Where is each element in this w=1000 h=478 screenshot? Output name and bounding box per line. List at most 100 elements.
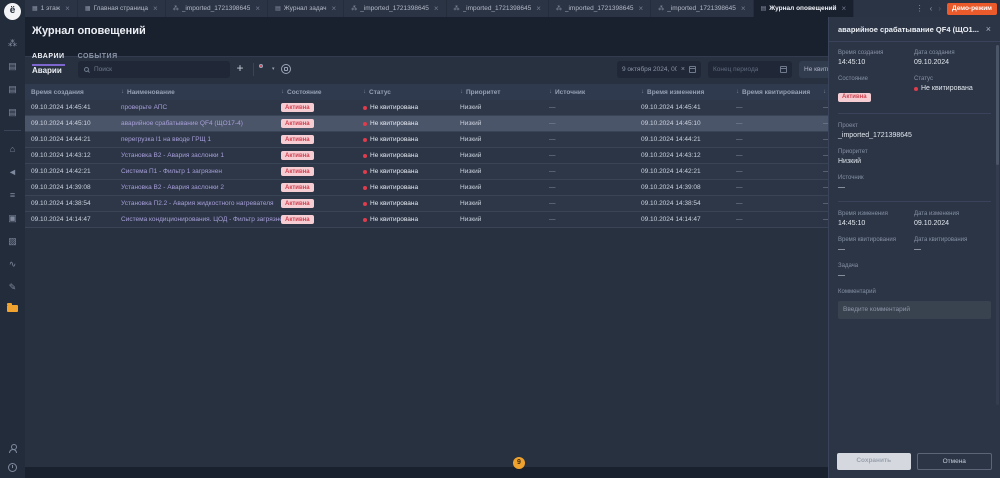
modified-time-cell: 09.10.2024 14:42:21: [641, 168, 736, 175]
window-tab[interactable]: ⁂_imported_1721398645×: [651, 0, 753, 17]
window-tab[interactable]: ⁂_imported_1721398645×: [549, 0, 651, 17]
chevron-down-icon[interactable]: ▾: [272, 66, 275, 72]
status-cell: Не квитирована: [363, 216, 460, 223]
alarm-name-link[interactable]: Система кондиционирования. ЦОД - Фильтр …: [121, 216, 281, 223]
hatched-square-icon[interactable]: ▨: [7, 236, 19, 246]
table-row[interactable]: 09.10.2024 14:45:41проверьте АПСАктивнаН…: [25, 100, 828, 116]
calendar-icon[interactable]: [780, 66, 787, 73]
priority-cell: Низкий: [460, 200, 549, 207]
table-row[interactable]: 09.10.2024 14:14:47Система кондициониров…: [25, 212, 828, 228]
table-row[interactable]: 09.10.2024 14:44:21перегрузка I1 на ввод…: [25, 132, 828, 148]
window-tab[interactable]: ⁂_imported_1721398645×: [447, 0, 549, 17]
calendar-icon[interactable]: [689, 66, 696, 73]
alarm-journal-icon[interactable]: ▤: [7, 61, 19, 71]
column-header[interactable]: ↓Приоритет: [460, 89, 549, 96]
clock-icon[interactable]: [8, 463, 17, 472]
window-tab[interactable]: ▦Главная страница×: [78, 0, 166, 17]
column-header[interactable]: ↓Наименование: [121, 89, 281, 96]
megaphone-icon[interactable]: ◄: [7, 167, 19, 177]
event-journal-icon[interactable]: ▤: [7, 107, 19, 117]
tab-close-icon[interactable]: ×: [255, 4, 260, 13]
column-header[interactable]: ↓Статус: [363, 89, 460, 96]
window-tab[interactable]: ▤Журнал задач×: [268, 0, 344, 17]
tab-close-icon[interactable]: ×: [741, 4, 746, 13]
date-to-filter[interactable]: Конец периода: [708, 61, 792, 78]
column-header[interactable]: ↓Состояние: [281, 89, 363, 96]
table-row[interactable]: 09.10.2024 14:45:10аварийное срабатывани…: [25, 116, 828, 132]
alarm-name-link[interactable]: Установка В2 - Авария заслонки 2: [121, 184, 281, 191]
window-tab[interactable]: ▦1 этаж×: [25, 0, 78, 17]
column-header[interactable]: Время создания: [31, 89, 121, 96]
state-cell: Активна: [281, 119, 363, 128]
add-alarm-button[interactable]: +: [232, 60, 248, 78]
panel-scrollbar[interactable]: [996, 45, 999, 405]
edit-icon[interactable]: ✎: [7, 282, 19, 292]
column-label: Статус: [369, 89, 391, 96]
status-label: Не квитирована: [370, 120, 418, 127]
alarm-name-link[interactable]: проверьте АПС: [121, 104, 281, 111]
tabs-scroll-left-icon[interactable]: ‹: [930, 4, 933, 13]
window-tab[interactable]: ⁂_imported_1721398645×: [166, 0, 268, 17]
tab-close-icon[interactable]: ×: [332, 4, 337, 13]
column-header[interactable]: ↓Время изменения: [641, 89, 736, 96]
close-icon[interactable]: ×: [986, 25, 991, 34]
task-value: —: [838, 272, 991, 279]
date-from-filter[interactable]: 9 октября 2024, 00:00:00 ×: [617, 61, 701, 78]
sort-icon[interactable]: ↓: [363, 89, 366, 95]
column-header[interactable]: ↓Источник: [549, 89, 641, 96]
box-icon[interactable]: ▣: [7, 213, 19, 223]
search-field[interactable]: [94, 66, 224, 73]
tab-close-icon[interactable]: ×: [842, 4, 847, 13]
sort-icon[interactable]: ↓: [281, 89, 284, 95]
table-row[interactable]: 09.10.2024 14:43:12Установка В2 - Авария…: [25, 148, 828, 164]
circle-gear-icon[interactable]: [281, 64, 291, 74]
sort-icon[interactable]: ↓: [641, 89, 644, 95]
tabs-scroll-right-icon[interactable]: ›: [938, 4, 941, 13]
folder-icon[interactable]: [7, 305, 18, 312]
view-tab-аварии[interactable]: АВАРИИ: [32, 53, 65, 66]
circle-dot-icon[interactable]: [259, 64, 263, 68]
column-header[interactable]: ↓Время квитирования: [736, 89, 823, 96]
sort-icon[interactable]: ↓: [549, 89, 552, 95]
cancel-button[interactable]: Отмена: [917, 453, 993, 470]
sitemap-icon[interactable]: ⁂: [7, 38, 19, 48]
date-to-placeholder: Конец периода: [713, 66, 758, 73]
table-row[interactable]: 09.10.2024 14:38:54Установка П2.2 - Авар…: [25, 196, 828, 212]
sort-icon[interactable]: ↓: [460, 89, 463, 95]
table-row[interactable]: 09.10.2024 14:42:21 Система П1 - Фильтр 1…: [25, 164, 828, 180]
view-tab-события[interactable]: СОБЫТИЯ: [78, 53, 118, 66]
priority-cell: Низкий: [460, 168, 549, 175]
alarm-name-link[interactable]: аварийное срабатывание QF4 (ЩО17-4): [121, 120, 281, 127]
kebab-menu-icon[interactable]: ⋮: [916, 4, 924, 13]
building-icon[interactable]: ⌂: [7, 144, 19, 154]
sort-icon[interactable]: ↓: [823, 89, 826, 95]
tab-close-icon[interactable]: ×: [639, 4, 644, 13]
alarm-name-link[interactable]: Установка В2 - Авария заслонки 1: [121, 152, 281, 159]
notification-badge[interactable]: 9: [513, 457, 525, 469]
window-tab[interactable]: ▤Журнал оповещений×: [754, 0, 855, 17]
tab-close-icon[interactable]: ×: [434, 4, 439, 13]
tab-close-icon[interactable]: ×: [65, 4, 70, 13]
chart-icon[interactable]: ∿: [7, 259, 19, 269]
table-row[interactable]: 09.10.2024 14:39:08 Установка В2 - Авария…: [25, 180, 828, 196]
sort-icon[interactable]: ↓: [736, 89, 739, 95]
alarm-name-link[interactable]: Система П1 - Фильтр 1 загрязнен: [121, 168, 281, 175]
priority-cell: Низкий: [460, 216, 549, 223]
window-tab[interactable]: ⁂_imported_1721398645×: [344, 0, 446, 17]
app-logo-icon[interactable]: ё: [4, 3, 21, 20]
save-button[interactable]: Сохранить: [837, 453, 911, 470]
task-journal-icon[interactable]: ▤: [7, 84, 19, 94]
sort-icon[interactable]: ↓: [121, 89, 124, 95]
alarm-name-link[interactable]: перегрузка I1 на вводе ГРЩ 1: [121, 136, 281, 143]
modified-time-cell: 09.10.2024 14:39:08: [641, 184, 736, 191]
toolbar-divider: [253, 63, 254, 76]
tab-close-icon[interactable]: ×: [536, 4, 541, 13]
comment-input[interactable]: [838, 301, 991, 319]
column-label: Источник: [555, 89, 585, 96]
clear-date-icon[interactable]: ×: [681, 66, 685, 73]
user-icon[interactable]: [9, 444, 17, 453]
tab-close-icon[interactable]: ×: [153, 4, 158, 13]
alarm-name-link[interactable]: Установка П2.2 - Авария жидкостного нагр…: [121, 200, 281, 207]
layers-icon[interactable]: ≡: [7, 190, 19, 200]
created-time-cell: 09.10.2024 14:14:47: [31, 216, 121, 223]
